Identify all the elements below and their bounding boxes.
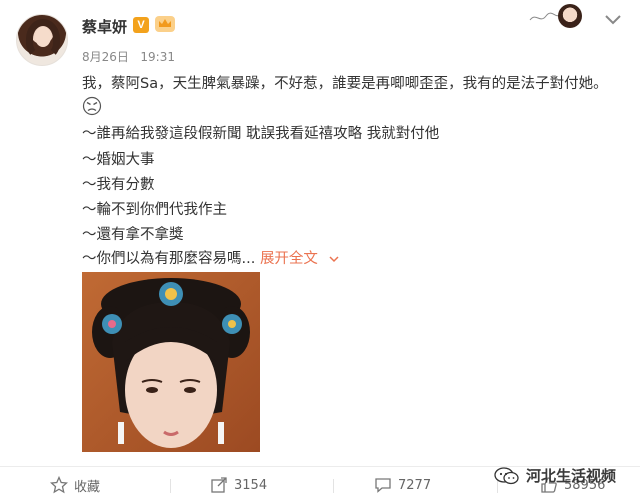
verified-badge-icon: V [133,17,149,33]
post-meta: 8月26日 19:31 [82,48,175,65]
post-text-line-last: ～你們以為有那麼容易嗎... 展开全文 [82,247,339,268]
favorite-label: 收藏 [74,479,101,495]
weibo-post: 蔡卓妍 V 8月26日 19:31 我，蔡阿Sa，天生脾氣暴躁，不好惹，誰要是再… [0,0,640,503]
angry-face-icon [82,96,102,116]
post-text-line: ～誰再給我發這段假新聞 耽誤我看延禧攻略 我就對付他 [82,126,440,142]
post-text-line: ～婚姻大事 [82,152,155,168]
post-date: 8月26日 [82,50,129,64]
comment-button[interactable]: 7277 [374,473,431,497]
share-button[interactable]: 3154 [210,473,267,497]
avatar-face [35,27,51,47]
divider [333,479,334,493]
post-text-line: ～你們以為有那麼容易嗎... [82,251,256,267]
expand-chevron-icon [329,256,339,263]
wechat-icon [494,466,519,484]
watermark: 河北生活视频 [494,465,616,486]
post-photo[interactable] [82,272,260,452]
comment-count: 7277 [398,477,432,493]
watermark-text: 河北生活视频 [526,467,617,485]
share-count: 3154 [234,477,268,493]
chevron-down-icon[interactable] [602,12,624,28]
vip-crown-icon [155,16,175,32]
favorite-button[interactable]: 收藏 [50,473,100,497]
expand-full-text-link[interactable]: 展开全文 [260,251,339,267]
post-text-line: ～輪不到你們代我作主 [82,202,227,218]
username[interactable]: 蔡卓妍 [82,16,127,37]
post-text-line: ～我有分數 [82,177,155,193]
post-text-line: 我，蔡阿Sa，天生脾氣暴躁，不好惹，誰要是再唧唧歪歪，我有的是法子對付她。 [82,76,608,92]
avatar[interactable] [16,14,68,66]
share-icon [211,477,227,493]
signature-face-icon [558,4,582,28]
star-icon [50,476,68,494]
comment-icon [375,478,391,493]
divider [170,479,171,493]
post-time: 19:31 [140,50,175,64]
expand-label: 展开全文 [259,251,318,267]
post-text-line: ～還有拿不拿獎 [82,227,184,243]
